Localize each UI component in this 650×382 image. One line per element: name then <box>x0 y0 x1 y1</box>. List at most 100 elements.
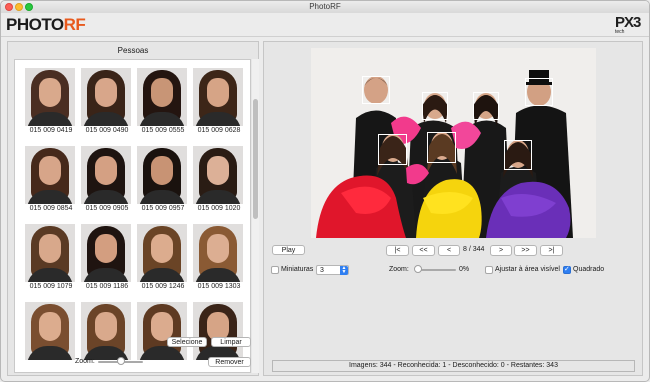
maximize-window-button[interactable] <box>25 3 33 11</box>
viewer-zoom-value: 0% <box>459 266 470 273</box>
panel-splitter[interactable] <box>260 41 262 376</box>
people-zoom-slider-knob[interactable] <box>117 357 125 365</box>
person-id-label: 015 009 0957 <box>141 205 185 212</box>
people-zoom-label: Zoom: <box>75 358 95 365</box>
person-photo-face <box>151 156 173 185</box>
person-card[interactable]: 015 009 0490 <box>81 68 133 140</box>
image-counter: 8 / 344 <box>463 246 485 253</box>
select-arrows-icon[interactable]: ▲ ▼ <box>340 266 348 275</box>
person-id-label: 015 009 0555 <box>141 127 185 134</box>
select-button[interactable]: Selecione <box>167 337 207 347</box>
viewer-zoom-slider-knob[interactable] <box>414 265 422 273</box>
person-photo-face <box>151 234 173 263</box>
photorf-logo: PHOTORF <box>6 15 86 34</box>
group-photo[interactable] <box>311 48 596 238</box>
person-id-label: 015 009 1303 <box>197 283 241 290</box>
person-photo-face <box>207 156 229 185</box>
prev-button[interactable]: < <box>438 245 460 256</box>
person-photo <box>25 146 75 204</box>
face-box[interactable] <box>378 134 407 165</box>
first-button[interactable]: |< <box>386 245 409 256</box>
thumbnails-select[interactable]: 3 ▲ ▼ <box>316 265 349 275</box>
person-photo <box>81 68 131 126</box>
person-photo-face <box>39 312 61 341</box>
face-box[interactable] <box>362 76 390 104</box>
person-photo <box>137 146 187 204</box>
people-panel: Pessoas 015 009 0419 015 009 0490 015 009 … <box>7 41 259 376</box>
person-id-label: 015 009 1186 <box>85 283 129 290</box>
person-photo-face <box>207 234 229 263</box>
next-fast-button[interactable]: >> <box>514 245 537 256</box>
person-photo <box>193 146 243 204</box>
person-id-label: 015 009 0854 <box>29 205 73 212</box>
app-header: PHOTORF PX3 tech <box>1 13 649 37</box>
face-box[interactable] <box>473 92 499 120</box>
person-card[interactable]: 015 009 1246 <box>137 224 189 296</box>
people-panel-title: Pessoas <box>117 46 149 55</box>
remove-button[interactable]: Remover <box>208 357 251 367</box>
thumbnails-checkbox[interactable] <box>271 266 279 274</box>
minimize-window-button[interactable] <box>15 3 23 11</box>
person-card[interactable]: 015 009 1020 <box>193 146 245 218</box>
person-photo-face <box>95 312 117 341</box>
person-photo <box>193 302 243 360</box>
face-box[interactable] <box>525 78 553 106</box>
fit-to-area-checkbox[interactable] <box>485 266 493 274</box>
person-id-label: 015 009 1246 <box>141 283 185 290</box>
play-button[interactable]: Play <box>272 245 305 255</box>
person-photo <box>193 224 243 282</box>
person-card[interactable] <box>25 302 77 372</box>
person-photo <box>193 68 243 126</box>
person-id-label: 015 009 0628 <box>197 127 241 134</box>
last-button[interactable]: >| <box>540 245 563 256</box>
person-card[interactable]: 015 009 1186 <box>81 224 133 296</box>
viewer-panel: Play |< << < 8 / 344 > >> >| Miniaturas … <box>263 41 643 376</box>
person-card[interactable]: 015 009 1079 <box>25 224 77 296</box>
prev-fast-button[interactable]: << <box>412 245 435 256</box>
person-card[interactable]: 015 009 0905 <box>81 146 133 218</box>
person-id-label: 015 009 1079 <box>29 283 73 290</box>
people-grid[interactable]: 015 009 0419 015 009 0490 015 009 0555 015 … <box>14 59 251 373</box>
person-card[interactable]: 015 009 1303 <box>193 224 245 296</box>
viewer-zoom-label: Zoom: <box>389 266 409 273</box>
person-photo <box>81 224 131 282</box>
px3-logo: PX3 tech <box>615 15 641 36</box>
logo-text-photo: PHOTO <box>6 15 64 34</box>
person-card[interactable]: 015 009 0555 <box>137 68 189 140</box>
person-photo-face <box>151 78 173 107</box>
person-photo-face <box>207 78 229 107</box>
face-box[interactable] <box>427 132 456 163</box>
person-card[interactable]: 015 009 0419 <box>25 68 77 140</box>
face-box[interactable] <box>422 92 448 120</box>
person-card[interactable]: 015 009 0854 <box>25 146 77 218</box>
person-photo-face <box>95 234 117 263</box>
person-photo-face <box>95 156 117 185</box>
person-card[interactable]: 015 009 0628 <box>193 68 245 140</box>
people-scrollbar[interactable] <box>252 59 259 373</box>
person-photo <box>137 68 187 126</box>
px3-logo-subtext: tech <box>615 29 625 35</box>
person-photo <box>81 146 131 204</box>
person-photo <box>81 302 131 360</box>
app-window: PhotoRF PHOTORF PX3 tech Pessoas 015 009… <box>0 0 650 382</box>
people-scroll-thumb[interactable] <box>253 99 258 219</box>
logo-text-rf: RF <box>63 15 86 34</box>
next-button[interactable]: > <box>490 245 512 256</box>
square-checkbox[interactable] <box>563 265 571 274</box>
thumbnails-select-value: 3 <box>320 267 324 274</box>
square-label: Quadrado <box>573 266 605 273</box>
person-id-label: 015 009 0419 <box>29 127 73 134</box>
person-photo-face <box>95 78 117 107</box>
person-photo-face <box>39 78 61 107</box>
person-photo <box>25 302 75 360</box>
person-card[interactable]: 015 009 0957 <box>137 146 189 218</box>
person-photo <box>137 302 187 360</box>
status-bar: Imagens: 344 - Reconhecida: 1 - Desconhe… <box>272 360 635 372</box>
viewer-zoom-slider[interactable] <box>416 269 456 271</box>
close-window-button[interactable] <box>5 3 13 11</box>
title-bar: PhotoRF <box>1 1 649 13</box>
clear-button[interactable]: Limpar <box>211 337 251 347</box>
face-box[interactable] <box>504 140 532 170</box>
person-id-label: 015 009 0905 <box>85 205 129 212</box>
fit-to-area-label: Ajustar à área visível <box>495 266 560 273</box>
